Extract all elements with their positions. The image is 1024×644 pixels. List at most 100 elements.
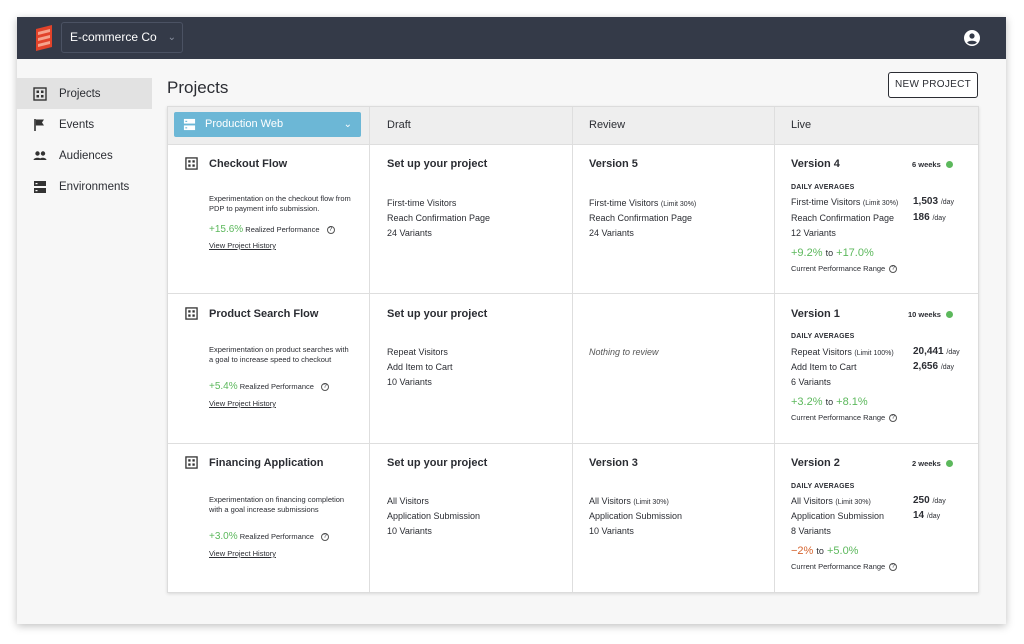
live-audience-value: 1,503 /day — [913, 196, 954, 207]
draft-audience: Repeat Visitors — [387, 347, 448, 357]
unit: /day — [940, 364, 955, 371]
server-icon — [34, 180, 46, 193]
sidebar-item-events[interactable]: Events — [17, 109, 152, 140]
column-header-live: Live — [791, 119, 812, 131]
chevron-down-icon: ⌄ — [167, 32, 176, 43]
chevron-down-icon: ⌄ — [343, 119, 352, 130]
page-title: Projects — [167, 78, 229, 97]
realized-performance: +5.4% Realized Performance ? — [209, 381, 330, 392]
realized-label: Realized Performance — [239, 382, 314, 391]
realized-value: +3.0% — [209, 531, 238, 542]
sidebar-item-audiences[interactable]: Audiences — [17, 140, 152, 171]
live-duration: 2 weeks — [912, 459, 953, 468]
draft-audience: All Visitors — [387, 496, 429, 506]
performance-range: +3.2% to +8.1% — [791, 396, 868, 408]
draft-title[interactable]: Set up your project — [387, 158, 487, 170]
draft-title[interactable]: Set up your project — [387, 308, 487, 320]
audience-limit: (Limit 30%) — [862, 200, 899, 207]
projects-icon — [33, 86, 47, 101]
view-project-history-link[interactable]: View Project History — [209, 549, 276, 558]
organization-select[interactable]: E-commerce Co ⌄ — [61, 22, 183, 53]
range-low: +3.2% — [791, 396, 823, 408]
duration-text: 2 weeks — [912, 459, 941, 468]
status-dot — [945, 161, 953, 168]
review-audience: First-time Visitors (Limit 30%) — [589, 198, 696, 208]
sidebar: Projects Events Audiences Environments — [17, 59, 152, 202]
duration-text: 10 weeks — [908, 310, 941, 319]
performance-range: −2% to +5.0% — [791, 545, 858, 557]
live-goal-value: 186 /day — [913, 212, 946, 223]
range-to: to — [825, 248, 834, 258]
range-high: +5.0% — [826, 545, 859, 557]
project-name[interactable]: Checkout Flow — [209, 158, 287, 170]
range-low: −2% — [791, 545, 814, 557]
view-project-history-link[interactable]: View Project History — [209, 399, 276, 408]
account-icon[interactable] — [964, 30, 980, 46]
help-icon[interactable]: ? — [889, 563, 898, 571]
realized-performance: +3.0% Realized Performance ? — [209, 531, 330, 542]
draft-goal: Add Item to Cart — [387, 362, 453, 372]
live-audience: First-time Visitors (Limit 30%) — [791, 197, 898, 207]
column-header-review: Review — [589, 119, 626, 131]
unit: /day — [926, 513, 941, 520]
logo-icon — [36, 25, 52, 51]
live-title[interactable]: Version 2 — [791, 457, 840, 469]
sidebar-item-projects[interactable]: Projects — [17, 78, 152, 109]
performance-range-label: Current Performance Range? — [791, 264, 898, 273]
project-icon — [185, 307, 198, 320]
help-icon[interactable]: ? — [889, 414, 898, 422]
unit: /day — [946, 349, 960, 356]
draft-variants: 10 Variants — [387, 526, 432, 536]
project-name[interactable]: Financing Application — [209, 457, 323, 469]
help-icon[interactable]: ? — [889, 265, 898, 273]
new-project-button[interactable]: NEW PROJECT — [888, 72, 978, 98]
daily-averages-label: DAILY AVERAGES — [791, 184, 855, 191]
help-icon[interactable]: ? — [326, 226, 335, 234]
status-dot — [945, 311, 953, 318]
draft-title[interactable]: Set up your project — [387, 457, 487, 469]
project-description: Experimentation on the checkout flow fro… — [209, 194, 351, 213]
review-title[interactable]: Version 3 — [589, 457, 638, 469]
sidebar-item-label: Environments — [59, 180, 130, 193]
duration-text: 6 weeks — [912, 160, 941, 169]
draft-goal: Application Submission — [387, 511, 481, 521]
audience-limit: (Limit 30%) — [660, 201, 697, 208]
row-divider — [168, 144, 978, 145]
draft-variants: 24 Variants — [387, 228, 432, 238]
audience-limit: (Limit 100%) — [854, 350, 894, 357]
daily-averages-label: DAILY AVERAGES — [791, 333, 855, 340]
environment-select[interactable]: Production Web ⌄ — [174, 112, 361, 137]
audience-name: All Visitors — [791, 496, 833, 506]
project-name[interactable]: Product Search Flow — [209, 308, 318, 320]
label-text: Current Performance Range — [791, 413, 886, 422]
column-divider — [572, 107, 573, 592]
live-title[interactable]: Version 4 — [791, 158, 840, 170]
live-goal-value: 14 /day — [913, 510, 940, 521]
project-icon — [185, 157, 198, 170]
review-goal: Application Submission — [589, 511, 683, 521]
live-audience: Repeat Visitors (Limit 100%) — [791, 347, 894, 357]
column-divider — [369, 107, 370, 592]
range-low: +9.2% — [791, 247, 823, 259]
server-icon — [183, 118, 196, 131]
review-title[interactable]: Version 5 — [589, 158, 638, 170]
sidebar-item-environments[interactable]: Environments — [17, 171, 152, 202]
row-divider — [168, 293, 978, 294]
audience-name: First-time Visitors — [791, 197, 861, 207]
flag-icon — [34, 118, 44, 131]
help-icon[interactable]: ? — [321, 383, 330, 391]
draft-goal: Reach Confirmation Page — [387, 213, 491, 223]
review-goal: Reach Confirmation Page — [589, 213, 693, 223]
environment-name: Production Web — [205, 118, 284, 130]
value: 2,656 — [913, 361, 939, 372]
view-project-history-link[interactable]: View Project History — [209, 241, 276, 250]
review-variants: 10 Variants — [589, 526, 634, 536]
live-title[interactable]: Version 1 — [791, 308, 840, 320]
help-icon[interactable]: ? — [321, 533, 330, 541]
range-to: to — [825, 397, 834, 407]
live-audience-value: 20,441 /day — [913, 346, 960, 357]
range-to: to — [816, 546, 824, 556]
audience-limit: (Limit 30%) — [633, 499, 669, 506]
sidebar-item-label: Audiences — [59, 149, 113, 162]
performance-range-label: Current Performance Range? — [791, 562, 898, 571]
